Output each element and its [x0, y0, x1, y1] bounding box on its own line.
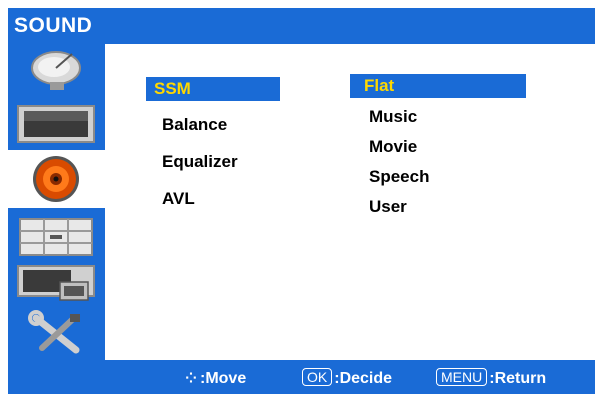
- tv-screen-icon: [17, 105, 95, 143]
- menu-item-label: SSM: [154, 79, 191, 98]
- sidebar-item-picture[interactable]: [14, 100, 98, 146]
- sound-menu-window: SOUND SSM Balance Equalizer AVL Flat Mus…: [8, 8, 595, 394]
- sidebar-item-setup[interactable]: [14, 310, 98, 356]
- sidebar-item-channel[interactable]: [14, 214, 98, 260]
- option-label: Music: [369, 107, 418, 126]
- ok-key-icon: OK: [302, 368, 333, 386]
- return-hint: MENU:Return: [436, 368, 546, 388]
- menu-item-ssm[interactable]: SSM: [146, 77, 280, 101]
- option-label: Movie: [369, 137, 418, 156]
- settings-panel: SSM Balance Equalizer AVL Flat Music Mov…: [105, 44, 595, 360]
- menu-item-balance[interactable]: Balance: [162, 113, 282, 137]
- speaker-icon: [33, 156, 79, 202]
- page-title: SOUND: [14, 14, 93, 37]
- menu-item-label: Equalizer: [162, 152, 238, 171]
- menu-item-avl[interactable]: AVL: [162, 187, 282, 211]
- decide-hint-label: :Decide: [334, 370, 393, 387]
- move-hint: ⁘:Move: [184, 368, 246, 388]
- option-flat[interactable]: Flat: [350, 74, 526, 98]
- sidebar: [8, 44, 105, 360]
- sidebar-item-satellite[interactable]: [14, 48, 98, 94]
- title-bar: SOUND: [8, 8, 595, 44]
- sidebar-item-function[interactable]: [14, 262, 98, 308]
- tools-icon: [28, 310, 80, 354]
- menu-key-icon: MENU: [436, 368, 488, 386]
- option-movie[interactable]: Movie: [369, 135, 469, 159]
- satellite-dish-icon: [31, 51, 81, 90]
- return-hint-label: :Return: [489, 370, 547, 387]
- option-speech[interactable]: Speech: [369, 165, 469, 189]
- menu-item-label: Balance: [162, 115, 228, 134]
- channel-grid-icon: [19, 218, 93, 256]
- sidebar-item-sound[interactable]: [8, 150, 105, 208]
- option-label: Speech: [369, 167, 430, 186]
- option-music[interactable]: Music: [369, 105, 469, 129]
- option-label: Flat: [364, 76, 395, 95]
- move-hint-label: :Move: [200, 370, 247, 387]
- navigation-arrows-icon: ⁘: [185, 370, 197, 386]
- menu-item-equalizer[interactable]: Equalizer: [162, 150, 282, 174]
- pip-screen-icon: [17, 265, 95, 301]
- menu-item-label: AVL: [162, 189, 195, 208]
- option-label: User: [369, 197, 407, 216]
- decide-hint: OK:Decide: [302, 368, 392, 388]
- key-hint-bar: ⁘:Move OK:Decide MENU:Return: [8, 360, 595, 394]
- option-user[interactable]: User: [369, 195, 469, 219]
